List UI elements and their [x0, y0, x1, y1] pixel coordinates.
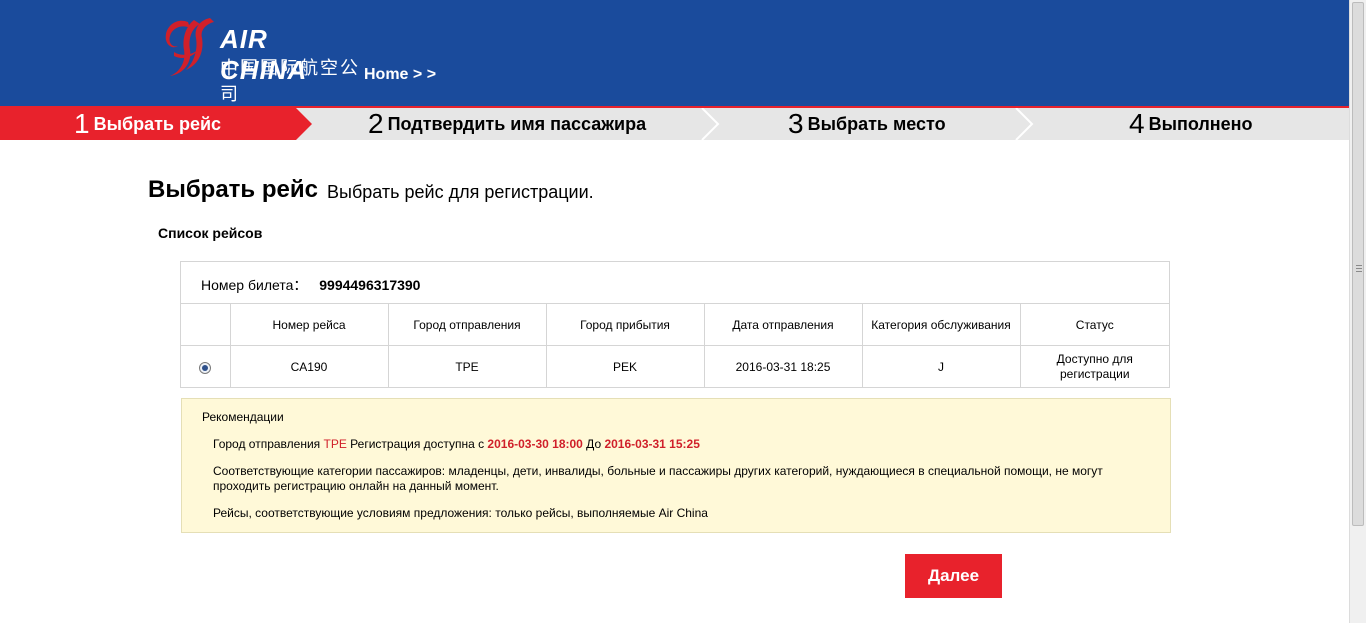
text-until: До — [582, 437, 605, 451]
table-header-row: Номер рейса Город отправления Город приб… — [181, 303, 1169, 346]
departure-date-cell: 2016-03-31 18:25 — [703, 345, 863, 388]
eligible-flights-note: Рейсы, соответствующие условиям предложе… — [213, 506, 708, 520]
step-progress-bar: 1 Выбрать рейс 2 Подтвердить имя пассажи… — [0, 106, 1349, 140]
step-separator-icon — [1014, 108, 1034, 140]
logo-text-cn: 中国国际航空公司 — [220, 58, 360, 105]
grip-line — [1356, 265, 1362, 266]
checkin-end-time: 2016-03-31 15:25 — [604, 437, 700, 451]
column-header-departure-date: Дата отправления — [703, 303, 863, 346]
ticket-number-label: Номер билета： — [201, 277, 308, 293]
column-header-flight: Номер рейса — [229, 303, 389, 346]
arrival-city-cell: PEK — [545, 345, 705, 388]
grip-line — [1356, 271, 1362, 272]
scrollbar-thumb[interactable] — [1352, 2, 1364, 526]
column-header-select — [181, 303, 231, 346]
step-2: 2 Подтвердить имя пассажира — [368, 108, 646, 140]
step-number: 2 — [368, 108, 384, 139]
flight-list-title: Список рейсов — [158, 225, 263, 241]
column-header-arrival-city: Город прибытия — [545, 303, 705, 346]
ticket-number-value: 9994496317390 — [319, 277, 421, 293]
step-3: 3 Выбрать место — [788, 108, 946, 140]
flights-table: Номер рейса Город отправления Город приб… — [181, 303, 1169, 388]
grip-line — [1356, 268, 1362, 269]
service-class-cell: J — [861, 345, 1021, 388]
page-subtitle: Выбрать рейс для регистрации. — [327, 182, 594, 202]
ticket-number-line: Номер билета： 9994496317390 — [201, 275, 420, 295]
step-label: Выполнено — [1148, 113, 1253, 134]
passenger-categories-note: Соответствующие категории пассажиров: мл… — [213, 464, 1103, 493]
step-label: Подтвердить имя пассажира — [387, 113, 647, 134]
text-departure-city-label: Город отправления — [213, 437, 324, 451]
checkin-start-time: 2016-03-30 18:00 — [487, 437, 583, 451]
step-label: Выбрать место — [807, 113, 946, 134]
status-text: Доступно для регистрации — [1056, 351, 1133, 381]
table-row[interactable]: CA190 TPE PEK 2016-03-31 18:25 J Доступн… — [181, 345, 1169, 388]
column-header-service-class: Категория обслуживания — [861, 303, 1021, 346]
page: AIR CHINA 中国国际航空公司 Home > > 1 Выбрать ре… — [0, 0, 1349, 623]
vertical-scrollbar[interactable] — [1349, 0, 1366, 623]
step-number: 3 — [788, 108, 804, 139]
checkin-window-line: Город отправления TPE Регистрация доступ… — [213, 437, 1143, 452]
breadcrumb[interactable]: Home > > — [364, 66, 436, 84]
header: AIR CHINA 中国国际航空公司 Home > > — [0, 0, 1349, 106]
status-cell: Доступно для регистрации — [1019, 345, 1169, 388]
select-cell — [181, 345, 231, 388]
text-checkin-available: Регистрация доступна с — [346, 437, 488, 451]
step-4: 4 Выполнено — [1129, 108, 1253, 140]
step-label: Выбрать рейс — [93, 113, 222, 134]
recommendations-panel: Рекомендации Город отправления TPE Регис… — [181, 398, 1171, 533]
next-button[interactable]: Далее — [905, 554, 1002, 598]
column-header-departure-city: Город отправления — [387, 303, 547, 346]
step-number: 4 — [1129, 108, 1145, 139]
departure-city-code: TPE — [323, 437, 347, 451]
step-separator-icon — [700, 108, 720, 140]
flight-list-panel: Номер билета： 9994496317390 Номер рейса … — [180, 261, 1170, 388]
recommendations-title: Рекомендации — [202, 410, 284, 424]
column-header-status: Статус — [1019, 303, 1169, 346]
phoenix-logo-icon — [165, 18, 214, 76]
flight-number-cell: CA190 — [229, 345, 389, 388]
departure-city-cell: TPE — [387, 345, 547, 388]
step-number: 1 — [74, 108, 90, 139]
flight-select-radio[interactable] — [199, 361, 212, 374]
step-1: 1 Выбрать рейс — [0, 108, 312, 140]
air-china-logo[interactable]: AIR CHINA 中国国际航空公司 — [160, 14, 360, 105]
page-title: Выбрать рейс — [148, 176, 318, 203]
